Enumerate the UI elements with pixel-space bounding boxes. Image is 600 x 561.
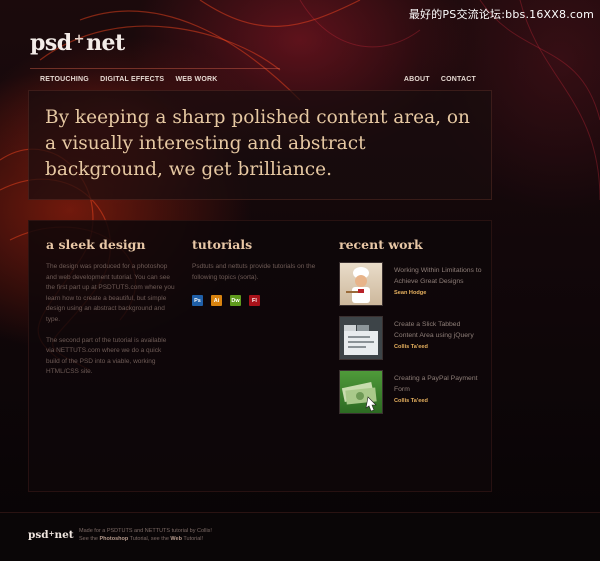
recent-work-text: Creating a PayPal Payment Form Collis Ta… <box>394 370 484 414</box>
recent-work-title: recent work <box>339 237 423 252</box>
nav-contact[interactable]: CONTACT <box>441 76 476 83</box>
recent-work-link[interactable]: Working Within Limitations to Achieve Gr… <box>394 265 484 287</box>
tutorials-section: tutorials Psdtuts and nettuts provide tu… <box>192 237 322 307</box>
footer-tutorial-text: Tutorial! <box>181 536 204 543</box>
footer-photoshop-link[interactable]: Photoshop <box>100 536 129 542</box>
footer-see-the: See the <box>79 536 100 543</box>
tutorials-text: Psdtuts and nettuts provide tutorials on… <box>192 263 316 281</box>
design-paragraph-2: The second part of the tutorial is avail… <box>46 336 167 376</box>
illustrator-icon[interactable]: Ai <box>211 295 222 307</box>
footer-web-link[interactable]: Web <box>170 536 182 542</box>
logo-psd: psd <box>30 30 72 56</box>
recent-work-link[interactable]: Creating a PayPal Payment Form <box>394 373 484 395</box>
logo-net: net <box>86 30 125 56</box>
hero-banner: By keeping a sharp polished content area… <box>28 90 492 200</box>
watermark: 最好的PS交流论坛:bbs.16XX8.com <box>408 8 594 21</box>
nav-digital-effects[interactable]: DIGITAL EFFECTS <box>100 76 164 83</box>
recent-work-section: recent work Working Within Limitations t… <box>339 237 484 424</box>
recent-work-text: Create a Slick Tabbed Content Area using… <box>394 316 484 360</box>
design-paragraph-1: The design was produced for a photoshop … <box>46 263 175 323</box>
dreamweaver-icon[interactable]: Dw <box>230 295 241 307</box>
logo-plus: + <box>73 32 85 47</box>
recent-work-author: Collis Ta'eed <box>394 398 428 404</box>
tabs-thumbnail[interactable] <box>339 316 383 360</box>
nav-retouching[interactable]: RETOUCHING <box>40 76 89 83</box>
footer-logo-psd: psd <box>28 529 49 541</box>
main-nav: RETOUCHING DIGITAL EFFECTS WEB WORK <box>40 76 226 83</box>
content-panel: a sleek design The design was produced f… <box>28 220 492 492</box>
footer-credit: Made for a PSDTUTS and NETTUTS tutorial … <box>79 528 212 534</box>
footer-mid-text: Tutorial, see the <box>128 536 171 543</box>
secondary-nav: ABOUT CONTACT <box>395 76 476 83</box>
chef-thumbnail[interactable] <box>339 262 383 306</box>
recent-work-item[interactable]: Create a Slick Tabbed Content Area using… <box>339 316 484 360</box>
photoshop-icon[interactable]: Ps <box>192 295 203 307</box>
footer-links-line: See the Photoshop Tutorial, see the Web … <box>79 535 212 543</box>
hero-text: By keeping a sharp polished content area… <box>45 107 470 180</box>
nav-about[interactable]: ABOUT <box>404 76 430 83</box>
recent-work-author: Sean Hodge <box>394 290 427 296</box>
recent-work-item[interactable]: Creating a PayPal Payment Form Collis Ta… <box>339 370 484 414</box>
recent-work-item[interactable]: Working Within Limitations to Achieve Gr… <box>339 262 484 306</box>
recent-work-link[interactable]: Create a Slick Tabbed Content Area using… <box>394 319 484 341</box>
footer-logo-net: net <box>54 529 74 541</box>
footer: psd+net Made for a PSDTUTS and NETTUTS t… <box>0 512 600 561</box>
design-title: a sleek design <box>46 237 146 252</box>
footer-logo[interactable]: psd+net <box>28 529 74 541</box>
money-thumbnail[interactable] <box>339 370 383 414</box>
nav-web-work[interactable]: WEB WORK <box>175 76 217 83</box>
recent-work-text: Working Within Limitations to Achieve Gr… <box>394 262 484 306</box>
site-logo[interactable]: psd +net <box>30 30 125 56</box>
nav-divider <box>30 68 280 69</box>
software-icons: Ps Ai Dw Fl <box>192 295 322 307</box>
recent-work-author: Collis Ta'eed <box>394 344 428 350</box>
tutorials-title: tutorials <box>192 237 253 252</box>
design-section: a sleek design The design was produced f… <box>46 237 176 378</box>
flash-icon[interactable]: Fl <box>249 295 260 307</box>
footer-text: Made for a PSDTUTS and NETTUTS tutorial … <box>79 527 212 543</box>
